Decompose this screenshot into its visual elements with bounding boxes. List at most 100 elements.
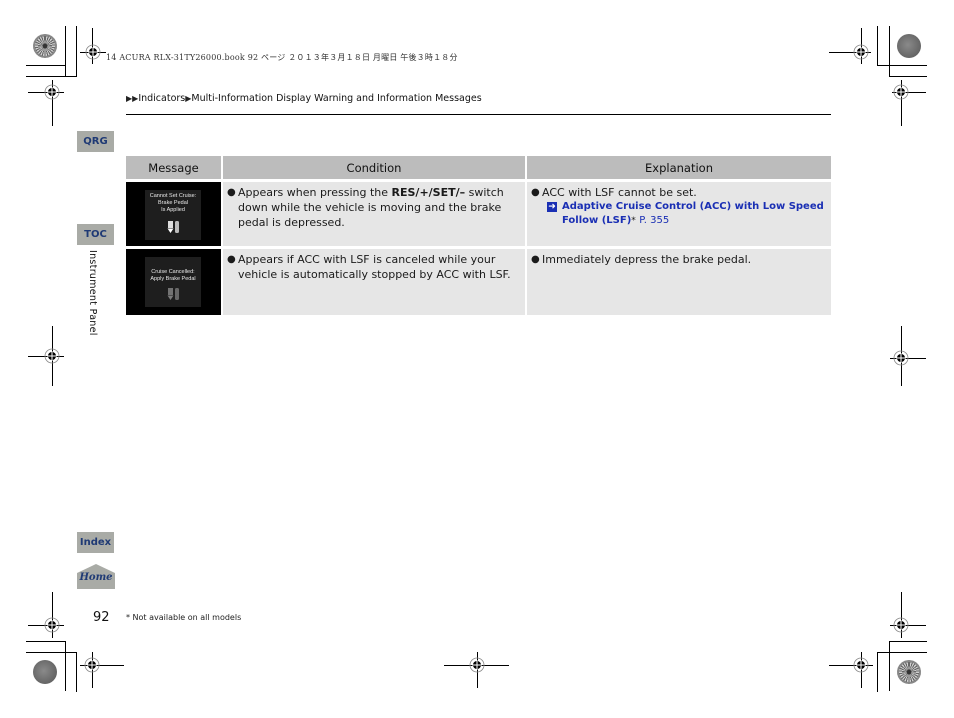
crop-line	[26, 65, 66, 66]
footnote: * Not available on all models	[126, 613, 242, 622]
brake-pedal-icon	[167, 221, 179, 233]
condition-bullet: ● Appears when pressing the RES/+/SET/– …	[227, 185, 519, 230]
registration-mark-icon	[893, 617, 909, 633]
crop-line	[889, 641, 927, 642]
breadcrumb-item-current[interactable]: Multi-Information Display Warning and In…	[191, 93, 481, 104]
column-header-message: Message	[126, 156, 221, 179]
brake-pedal-icon	[167, 288, 179, 300]
explanation-text: Immediately depress the brake pedal.	[542, 253, 752, 266]
message-display-image: Cruise Cancelled: Apply Brake Pedal	[126, 249, 221, 315]
registration-mark-icon	[85, 44, 101, 60]
mid-screen-line: Cruise Cancelled:	[151, 269, 195, 275]
crop-line	[877, 65, 927, 66]
crosshair-glyph	[893, 84, 909, 100]
page-number: 92	[93, 610, 110, 625]
mid-screen-text: Cannot Set Cruise: Brake Pedal Is Applie…	[145, 193, 201, 214]
crosshair-glyph	[44, 617, 60, 633]
breadcrumb-item-indicators[interactable]: Indicators	[138, 93, 185, 104]
arrow-right-icon: ➜	[547, 202, 557, 212]
registration-mark-icon	[84, 657, 100, 673]
crosshair-glyph	[853, 657, 869, 673]
crosshair-glyph	[44, 348, 60, 364]
crop-line	[877, 26, 878, 66]
registration-mark-icon	[469, 657, 485, 673]
mid-screen: Cruise Cancelled: Apply Brake Pedal	[145, 257, 201, 307]
message-display-image: Cannot Set Cruise: Brake Pedal Is Applie…	[126, 182, 221, 246]
mid-screen-text: Cruise Cancelled: Apply Brake Pedal	[145, 269, 201, 283]
condition-text-pre: Appears when pressing the	[238, 186, 392, 199]
condition-cell: ● Appears if ACC with LSF is canceled wh…	[223, 249, 525, 315]
reference-link-text[interactable]: Adaptive Cruise Control (ACC) with Low S…	[562, 200, 825, 228]
color-registration-disc	[897, 34, 921, 58]
reference-title[interactable]: Adaptive Cruise Control (ACC) with Low S…	[562, 201, 824, 226]
toc-button[interactable]: TOC	[77, 224, 114, 245]
reference-page[interactable]: P. 355	[639, 215, 669, 226]
table-row: Cruise Cancelled: Apply Brake Pedal ● Ap…	[126, 249, 831, 315]
registration-mark-icon	[853, 44, 869, 60]
crop-line	[877, 652, 927, 653]
print-header: 14 ACURA RLX-31TY26000.book 92 ページ ２０１３年…	[106, 53, 458, 62]
registration-mark-icon	[853, 657, 869, 673]
registration-mark-icon	[44, 617, 60, 633]
crop-line	[889, 76, 927, 77]
explanation-cell: ● Immediately depress the brake pedal.	[527, 249, 831, 315]
registration-mark-icon	[44, 348, 60, 364]
registration-mark-icon	[44, 84, 60, 100]
column-header-explanation: Explanation	[527, 156, 831, 179]
home-button-label: Home	[79, 572, 113, 583]
explanation-text: ACC with LSF cannot be set.	[542, 186, 697, 199]
mid-screen-line: Is Applied	[161, 207, 185, 213]
color-registration-disc	[33, 660, 57, 684]
condition-cell: ● Appears when pressing the RES/+/SET/– …	[223, 182, 525, 246]
mid-screen-line: Cannot Set Cruise:	[149, 193, 197, 199]
index-button[interactable]: Index	[77, 532, 114, 553]
header-rule	[126, 114, 831, 115]
double-triangle-right-icon: ▶▶	[126, 94, 139, 103]
crosshair-glyph	[893, 350, 909, 366]
switch-name: RES/+/SET/–	[391, 186, 466, 199]
crop-line	[889, 26, 890, 76]
crop-line	[889, 641, 890, 691]
bullet-icon: ●	[227, 187, 236, 198]
crop-line	[76, 26, 77, 76]
reference-link[interactable]: ➜ Adaptive Cruise Control (ACC) with Low…	[547, 200, 825, 228]
color-registration-disc	[33, 34, 57, 58]
crosshair-glyph	[85, 44, 101, 60]
footnote-asterisk: *	[631, 216, 636, 226]
registration-mark-icon	[893, 84, 909, 100]
crosshair-glyph	[469, 657, 485, 673]
crop-line	[26, 641, 66, 642]
crosshair-glyph	[853, 44, 869, 60]
crosshair-glyph	[893, 617, 909, 633]
condition-text: Appears if ACC with LSF is canceled whil…	[238, 253, 511, 281]
crop-line	[65, 26, 66, 76]
column-header-condition: Condition	[223, 156, 525, 179]
qrg-button[interactable]: QRG	[77, 131, 114, 152]
bullet-icon: ●	[531, 187, 540, 198]
condition-bullet: ● Appears if ACC with LSF is canceled wh…	[227, 252, 519, 282]
mid-screen: Cannot Set Cruise: Brake Pedal Is Applie…	[145, 190, 201, 240]
explanation-cell: ● ACC with LSF cannot be set. ➜ Adaptive…	[527, 182, 831, 246]
bullet-icon: ●	[531, 254, 540, 265]
crop-line	[26, 652, 77, 653]
crop-line	[26, 76, 77, 77]
bullet-icon: ●	[227, 254, 236, 265]
mid-screen-line: Apply Brake Pedal	[150, 276, 196, 282]
crop-line	[877, 652, 878, 692]
explanation-bullet: ● Immediately depress the brake pedal.	[531, 252, 825, 267]
breadcrumb: ▶▶Indicators▶Multi-Information Display W…	[126, 93, 482, 104]
messages-table: Message Condition Explanation Cannot Set…	[126, 156, 831, 315]
mid-screen-line: Brake Pedal	[158, 200, 188, 206]
condition-text: Appears when pressing the RES/+/SET/– sw…	[238, 185, 519, 230]
registration-mark-icon	[893, 350, 909, 366]
crosshair-glyph	[44, 84, 60, 100]
section-tab-instrument-panel[interactable]: Instrument Panel	[87, 250, 98, 336]
color-registration-disc	[897, 660, 921, 684]
table-row: Cannot Set Cruise: Brake Pedal Is Applie…	[126, 182, 831, 246]
crop-line	[76, 652, 77, 692]
home-button[interactable]: Home	[77, 564, 115, 589]
crosshair-glyph	[84, 657, 100, 673]
crop-line	[65, 641, 66, 691]
explanation-bullet: ● ACC with LSF cannot be set.	[531, 185, 825, 200]
table-header: Message Condition Explanation	[126, 156, 831, 179]
